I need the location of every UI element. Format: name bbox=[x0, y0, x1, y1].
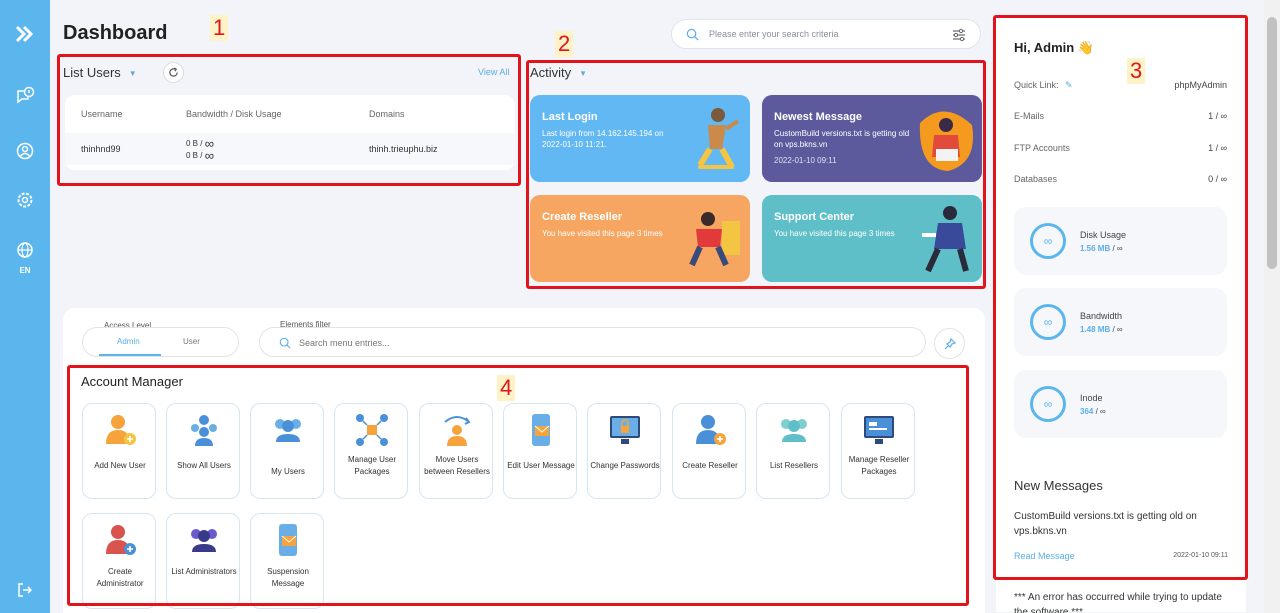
annotation-box-4 bbox=[67, 365, 969, 606]
pin-icon bbox=[944, 338, 956, 350]
search-input[interactable]: Please enter your search criteria bbox=[709, 29, 839, 39]
annotation-box-2 bbox=[526, 60, 986, 289]
messages-icon[interactable] bbox=[15, 86, 35, 106]
search-icon bbox=[279, 337, 291, 349]
global-search[interactable]: Please enter your search criteria bbox=[671, 19, 981, 49]
annotation-number-4: 4 bbox=[497, 375, 516, 401]
annotation-box-1 bbox=[57, 54, 521, 186]
logo-arrow-icon[interactable] bbox=[15, 24, 35, 44]
access-option-user[interactable]: User bbox=[183, 337, 200, 346]
search-icon bbox=[686, 28, 699, 41]
globe-language-icon[interactable] bbox=[15, 240, 35, 260]
filter-sliders-icon[interactable] bbox=[952, 28, 966, 42]
elements-filter-input[interactable]: Search menu entries... bbox=[259, 327, 926, 357]
error-message: *** An error has occurred while trying t… bbox=[1014, 592, 1222, 613]
sidebar: EN bbox=[0, 0, 50, 613]
settings-gear-icon[interactable] bbox=[15, 190, 35, 210]
elements-filter-placeholder[interactable]: Search menu entries... bbox=[299, 338, 390, 348]
user-profile-icon[interactable] bbox=[15, 141, 35, 161]
access-level-toggle[interactable]: Admin User bbox=[82, 327, 239, 357]
language-label[interactable]: EN bbox=[0, 266, 50, 275]
page-title: Dashboard bbox=[63, 22, 168, 44]
annotation-number-3: 3 bbox=[1127, 58, 1146, 84]
annotation-number-1: 1 bbox=[210, 15, 229, 41]
scrollbar-thumb[interactable] bbox=[1267, 17, 1277, 269]
active-tab-indicator bbox=[99, 354, 161, 356]
access-option-admin[interactable]: Admin bbox=[117, 337, 140, 346]
annotation-number-2: 2 bbox=[555, 31, 574, 57]
page-scrollbar[interactable] bbox=[1264, 0, 1280, 613]
pin-button[interactable] bbox=[934, 328, 965, 359]
annotation-box-3 bbox=[993, 15, 1248, 580]
logout-icon[interactable] bbox=[15, 580, 35, 600]
